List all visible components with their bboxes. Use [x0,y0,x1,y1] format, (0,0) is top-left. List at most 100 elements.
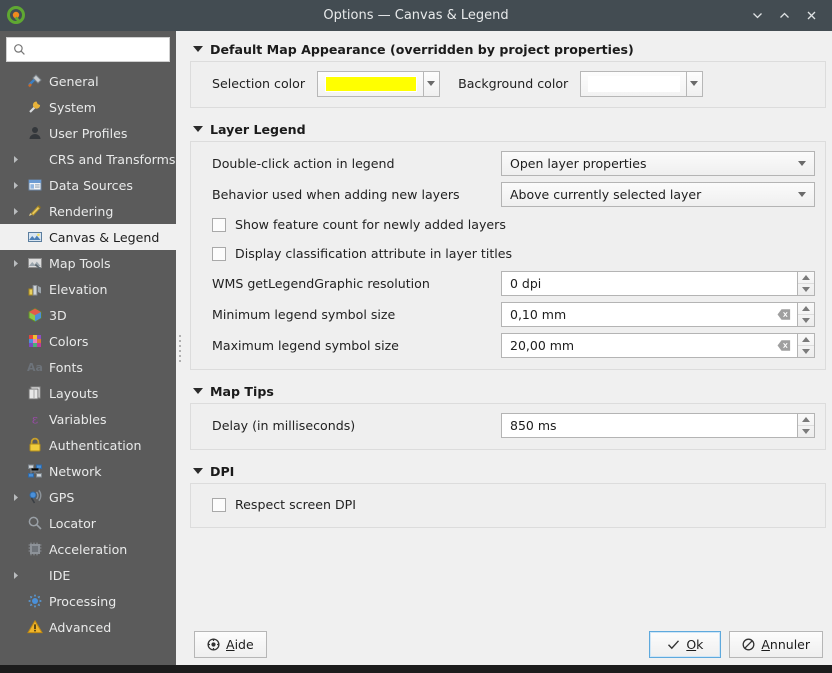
selection-color-swatch-button[interactable] [317,70,424,97]
sidebar-item-processing[interactable]: Processing [0,588,176,614]
min-symbol-size-spinbox[interactable]: 0,10 mm [501,302,815,327]
selection-color-swatch [324,75,417,92]
collapse-triangle-icon [193,126,203,132]
expand-triangle-icon[interactable] [8,155,23,164]
sidebar-item-ide[interactable]: IDE [0,562,176,588]
sidebar-item-canvas-legend[interactable]: Canvas & Legend [0,224,176,250]
search-input[interactable] [31,42,163,57]
min-symbol-size-value: 0,10 mm [510,307,567,322]
minimize-button[interactable] [745,4,769,28]
respect-screen-dpi-checkbox[interactable] [212,497,226,512]
map-tip-delay-field[interactable]: 850 ms [501,413,797,438]
sidebar-item-label: System [49,99,96,115]
sidebar-item-gps[interactable]: GPS [0,484,176,510]
max-symbol-size-spinbox[interactable]: 20,00 mm [501,333,815,358]
sidebar-item-network[interactable]: Network [0,458,176,484]
data-sources-icon [23,177,47,193]
row-show-feature-count[interactable]: Show feature count for newly added layer… [201,210,815,239]
maximize-button[interactable] [772,4,796,28]
max-symbol-size-label: Maximum legend symbol size [212,338,399,353]
sidebar-item-advanced[interactable]: Advanced [0,614,176,640]
sidebar-item-crs-and-transforms[interactable]: CRS and Transforms [0,146,176,172]
sidebar-item-3d[interactable]: 3D [0,302,176,328]
selection-color-dropdown[interactable] [423,70,441,97]
expand-triangle-icon[interactable] [8,493,23,502]
wms-resolution-field[interactable]: 0 dpi [501,271,797,296]
expand-triangle-icon[interactable] [8,571,23,580]
help-button[interactable]: Aide [194,630,267,658]
stepper-up-button[interactable] [798,303,814,315]
show-feature-count-checkbox[interactable] [212,217,226,232]
stepper-down-button[interactable] [798,346,814,358]
clear-icon[interactable] [777,308,791,321]
double-click-action-combo[interactable]: Open layer properties [501,151,815,176]
sidebar-item-layouts[interactable]: Layouts [0,380,176,406]
elevation-icon [23,281,47,297]
sidebar-item-map-tools[interactable]: Map Tools [0,250,176,276]
ok-button-label: k [696,636,704,652]
sidebar-item-label: Elevation [49,281,108,297]
options-nav-list[interactable]: General System User Profiles CRS and Transf… [0,68,176,665]
group-header-dpi[interactable]: DPI [190,459,826,483]
max-symbol-size-field[interactable]: 20,00 mm [501,333,797,358]
sidebar-item-authentication[interactable]: Authentication [0,432,176,458]
stepper-up-button[interactable] [798,272,814,284]
stepper-down-button[interactable] [798,284,814,296]
background-color-swatch-button[interactable] [580,70,687,97]
expand-triangle-icon[interactable] [8,259,23,268]
display-classification-checkbox[interactable] [212,246,226,261]
stepper-down-button[interactable] [798,426,814,438]
group-header-map-tips[interactable]: Map Tips [190,379,826,403]
wms-resolution-spinbox[interactable]: 0 dpi [501,271,815,296]
background-color-swatch [587,75,680,92]
background-color-dropdown[interactable] [686,70,704,97]
close-button[interactable] [799,4,823,28]
group-title-dpi: DPI [210,463,235,479]
footer-actions: Ok Annuler [649,630,823,658]
map-tip-delay-spinbox[interactable]: 850 ms [501,413,815,438]
chevron-down-icon [689,81,698,86]
gps-icon [23,489,47,505]
sidebar-item-data-sources[interactable]: Data Sources [0,172,176,198]
expand-triangle-icon[interactable] [8,181,23,190]
stepper-up-button[interactable] [798,414,814,426]
triangle-down-icon [802,428,810,434]
group-header-layer-legend[interactable]: Layer Legend [190,117,826,141]
stepper-down-button[interactable] [798,315,814,327]
background-color-button[interactable] [580,70,704,97]
map-tip-delay-steppers[interactable] [797,413,815,438]
sidebar-item-general[interactable]: General [0,68,176,94]
wms-resolution-steppers[interactable] [797,271,815,296]
ok-button[interactable]: Ok [649,630,722,658]
max-symbol-size-steppers[interactable] [797,333,815,358]
row-display-classification[interactable]: Display classification attribute in laye… [201,239,815,268]
behavior-new-layers-combo[interactable]: Above currently selected layer [501,182,815,207]
row-respect-screen-dpi[interactable]: Respect screen DPI [201,490,815,519]
group-box-map-tips: Delay (in milliseconds) 850 ms [190,403,826,450]
sidebar-item-user-profiles[interactable]: User Profiles [0,120,176,146]
sidebar-item-locator[interactable]: Locator [0,510,176,536]
sidebar-item-elevation[interactable]: Elevation [0,276,176,302]
group-title-layer-legend: Layer Legend [210,121,306,137]
sidebar-item-fonts[interactable]: Aa Fonts [0,354,176,380]
expand-triangle-icon[interactable] [8,207,23,216]
sidebar-item-rendering[interactable]: Rendering [0,198,176,224]
selection-color-button[interactable] [317,70,441,97]
min-symbol-size-steppers[interactable] [797,302,815,327]
sidebar-item-system[interactable]: System [0,94,176,120]
sidebar-item-variables[interactable]: ε Variables [0,406,176,432]
search-box[interactable] [6,37,170,62]
map-tools-icon [23,255,47,271]
sidebar-item-acceleration[interactable]: Acceleration [0,536,176,562]
sidebar-splitter[interactable] [176,31,184,665]
sidebar-item-label: CRS and Transforms [49,151,176,167]
stepper-up-button[interactable] [798,334,814,346]
cancel-button-accel: A [761,636,770,652]
row-double-click-action: Double-click action in legend Open layer… [201,148,815,179]
sidebar-item-colors[interactable]: Colors [0,328,176,354]
cancel-icon [742,638,755,650]
group-header-appearance[interactable]: Default Map Appearance (overridden by pr… [190,37,826,61]
clear-icon[interactable] [777,339,791,352]
min-symbol-size-field[interactable]: 0,10 mm [501,302,797,327]
cancel-button[interactable]: Annuler [729,630,823,658]
